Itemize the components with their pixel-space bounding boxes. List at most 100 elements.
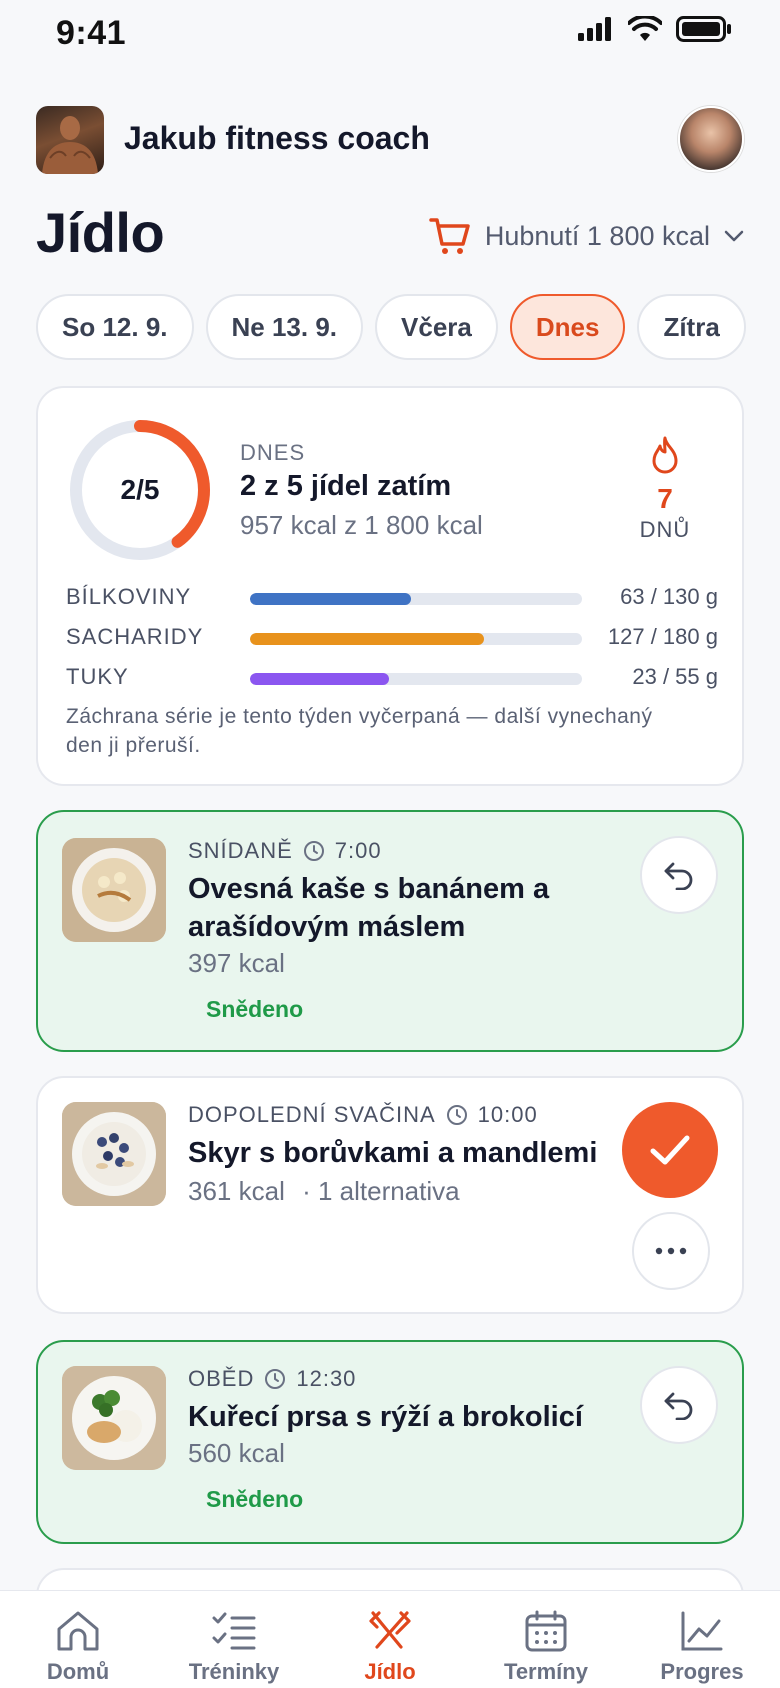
nav-label: Tréninky <box>188 1659 280 1684</box>
meal-type: OBĚD <box>188 1366 255 1391</box>
undo-button[interactable] <box>640 836 718 914</box>
nav-item-workouts[interactable]: Tréninky <box>156 1591 312 1688</box>
date-tab-4[interactable]: Zítra <box>637 294 746 360</box>
nav-label: Termíny <box>504 1659 588 1684</box>
clock-icon <box>265 1369 286 1389</box>
meal-card-lunch[interactable]: OBĚD 12:30 Kuřecí prsa s rýží a brokolic… <box>36 1340 744 1544</box>
wifi-icon <box>628 16 662 41</box>
macro-fill <box>250 673 389 685</box>
check-icon <box>650 1135 690 1165</box>
macro-fill <box>250 633 485 645</box>
meal-alternatives[interactable]: · 1 alternativa <box>302 1176 460 1206</box>
macro-row-fats: TUKY 23 / 55 g <box>66 664 718 694</box>
streak-note: Záchrana série je tento týden vyčerpaná … <box>66 705 653 757</box>
undo-button[interactable] <box>640 1366 718 1444</box>
undo-icon <box>664 1392 693 1420</box>
app-header: Jakub fitness coach <box>36 104 744 174</box>
streak-unit: DNŮ <box>639 517 691 542</box>
cart-icon[interactable] <box>429 216 471 256</box>
title-row: Jídlo Hubnutí 1 800 kcal <box>36 200 744 270</box>
plan-label: Hubnutí 1 800 kcal <box>484 220 710 251</box>
checklist-icon <box>212 1612 256 1650</box>
macro-value: 63 / 130 g <box>620 584 718 609</box>
clock-icon <box>446 1105 467 1125</box>
page-title: Jídlo <box>36 201 165 264</box>
status-time: 9:41 <box>56 14 127 52</box>
chevron-down-icon <box>724 230 744 242</box>
macro-track <box>250 633 582 645</box>
nav-label: Progres <box>660 1659 744 1684</box>
macro-name: BÍLKOVINY <box>66 584 192 609</box>
date-tab-2[interactable]: Včera <box>375 294 498 360</box>
summary-title: 2 z 5 jídel zatím <box>240 470 452 502</box>
meal-card-snack[interactable]: DOPOLEDNÍ SVAČINA 10:00 Skyr s borůvkami… <box>36 1076 744 1314</box>
macro-name: SACHARIDY <box>66 624 204 649</box>
macro-row-protein: BÍLKOVINY 63 / 130 g <box>66 584 718 614</box>
meal-photo <box>62 838 166 942</box>
meal-name: Skyr s borůvkami a mandlemi <box>188 1137 598 1169</box>
date-tabs: So 12. 9. Ne 13. 9. Včera Dnes Zítra <box>36 294 780 362</box>
meal-time: 10:00 <box>477 1102 538 1127</box>
meal-type: SNÍDANĚ <box>188 838 293 863</box>
meal-kcal-row: 361 kcal · 1 alternativa <box>188 1176 460 1207</box>
more-options-button[interactable] <box>632 1212 710 1290</box>
meal-status: Snědeno <box>206 1486 304 1512</box>
user-avatar[interactable] <box>678 106 744 172</box>
meal-time: 7:00 <box>334 838 382 863</box>
oatmeal-photo-icon <box>62 838 166 942</box>
meal-kcal: 397 kcal <box>188 948 285 978</box>
summary-eyebrow: DNES <box>240 440 306 465</box>
daily-summary-card: 2/5 DNES 2 z 5 jídel zatím 957 kcal z 1 … <box>36 386 744 786</box>
meal-meta: OBĚD 12:30 <box>188 1366 356 1392</box>
skyr-photo-icon <box>62 1102 166 1206</box>
bottom-nav: Domů Tréninky Jídlo Termíny Progres <box>0 1590 780 1688</box>
meal-photo <box>62 1102 166 1206</box>
fork-knife-icon <box>369 1611 411 1649</box>
meal-meta: SNÍDANĚ 7:00 <box>188 838 382 864</box>
ring-label: 2/5 <box>120 474 160 505</box>
nav-label: Domů <box>46 1659 110 1684</box>
date-tab-0[interactable]: So 12. 9. <box>36 294 194 360</box>
chicken-rice-photo-icon <box>62 1366 166 1470</box>
streak-count: 7 <box>657 483 673 514</box>
mark-eaten-button[interactable] <box>622 1102 718 1198</box>
nav-item-food[interactable]: Jídlo <box>312 1591 468 1688</box>
battery-icon <box>676 16 731 42</box>
meal-kcal: 560 kcal <box>188 1438 285 1468</box>
meal-name: Ovesná kaše s banánem a arašídovým másle… <box>188 873 550 943</box>
nav-item-progress[interactable]: Progres <box>624 1591 780 1688</box>
meal-photo <box>62 1366 166 1470</box>
meal-meta: DOPOLEDNÍ SVAČINA 10:00 <box>188 1102 538 1128</box>
clock-icon <box>303 841 324 861</box>
macro-value: 23 / 55 g <box>632 664 718 689</box>
home-icon <box>57 1611 99 1651</box>
meal-status: Snědeno <box>206 996 304 1022</box>
nav-item-home[interactable]: Domů <box>0 1591 156 1688</box>
coach-portrait-icon <box>42 116 98 174</box>
meal-card-breakfast[interactable]: SNÍDANĚ 7:00 Ovesná kaše s banánem a ara… <box>36 810 744 1052</box>
macro-track <box>250 673 582 685</box>
meal-name: Kuřecí prsa s rýží a brokolicí <box>188 1401 583 1433</box>
macro-row-carbs: SACHARIDY 127 / 180 g <box>66 624 718 654</box>
undo-icon <box>664 862 693 890</box>
chart-icon <box>681 1611 723 1651</box>
macro-name: TUKY <box>66 664 129 689</box>
date-tab-1[interactable]: Ne 13. 9. <box>205 294 364 360</box>
nav-item-appointments[interactable]: Termíny <box>468 1591 624 1688</box>
macro-track <box>250 593 582 605</box>
macro-value: 127 / 180 g <box>607 624 718 649</box>
more-dots-icon <box>655 1247 687 1255</box>
meal-time: 12:30 <box>296 1366 357 1391</box>
date-tab-3[interactable]: Dnes <box>509 294 626 360</box>
meal-kcal: 361 kcal <box>188 1176 285 1206</box>
calendar-icon <box>525 1610 567 1652</box>
meal-type: DOPOLEDNÍ SVAČINA <box>188 1102 436 1127</box>
macro-fill <box>250 593 412 605</box>
nav-label: Jídlo <box>364 1659 416 1684</box>
streak-badge: 7 DNŮ <box>630 436 700 543</box>
coach-logo[interactable] <box>36 106 104 174</box>
flame-icon <box>652 436 678 474</box>
plan-selector[interactable]: Hubnutí 1 800 kcal <box>429 216 744 256</box>
status-bar: 9:41 <box>0 0 780 70</box>
summary-subtitle: 957 kcal z 1 800 kcal <box>240 510 483 540</box>
